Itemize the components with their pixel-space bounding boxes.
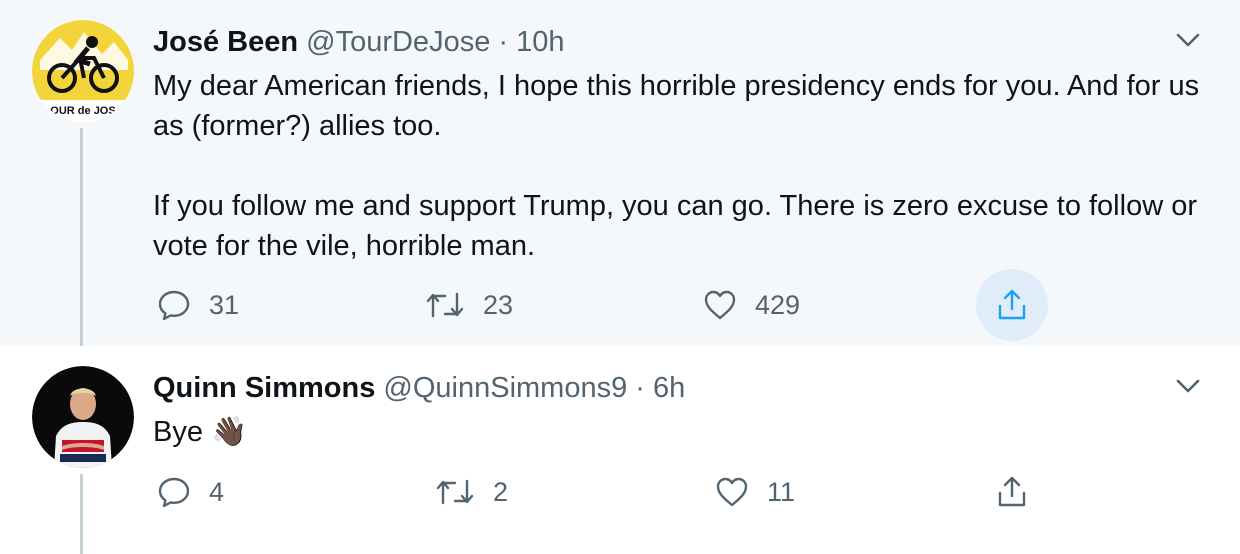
tweet-paragraph: My dear American friends, I hope this ho… xyxy=(153,70,1200,142)
display-name[interactable]: Quinn Simmons xyxy=(153,372,375,404)
chevron-down-icon[interactable] xyxy=(1170,368,1206,404)
reply-icon xyxy=(158,477,190,508)
like-count: 429 xyxy=(755,289,801,320)
retweet-button[interactable]: 2 xyxy=(435,475,508,509)
tweet-header: José Been @TourDeJose · 10h xyxy=(153,24,565,60)
tweet-actions: 31 23 429 xyxy=(0,269,1240,341)
tweet-text: Bye 👋🏿 xyxy=(153,412,1213,452)
separator: · xyxy=(635,372,645,404)
tweet-text: My dear American friends, I hope this ho… xyxy=(153,66,1213,266)
like-button[interactable]: 429 xyxy=(703,288,800,322)
heart-icon xyxy=(716,477,748,507)
tour-de-jose-logo: OUR de JOS xyxy=(32,20,134,122)
retweet-icon xyxy=(426,292,464,318)
retweet-button[interactable]: 23 xyxy=(425,288,513,322)
retweet-icon xyxy=(436,479,474,505)
tweet-quinn-simmons[interactable]: Quinn Simmons @QuinnSimmons9 · 6h Bye 👋🏿 xyxy=(0,346,1240,554)
share-icon xyxy=(998,476,1026,507)
avatar[interactable] xyxy=(32,366,134,468)
retweet-count: 2 xyxy=(493,476,509,507)
tweet-body: Bye xyxy=(153,416,203,448)
retweet-count: 23 xyxy=(483,289,514,320)
waving-hand-emoji: 👋🏿 xyxy=(211,416,248,448)
user-handle[interactable]: @QuinnSimmons9 xyxy=(383,372,627,404)
like-count: 11 xyxy=(767,476,796,507)
reply-icon xyxy=(158,290,190,321)
tweet-actions: 4 2 11 xyxy=(0,462,1240,522)
reply-button[interactable]: 31 xyxy=(157,288,239,322)
share-button[interactable] xyxy=(995,475,1029,509)
separator: · xyxy=(498,26,509,58)
reply-count: 4 xyxy=(209,476,225,507)
share-button[interactable] xyxy=(976,269,1048,341)
tweet-header: Quinn Simmons @QuinnSimmons9 · 6h xyxy=(153,370,685,406)
tweet-jose-been[interactable]: OUR de JOS José Been @TourDeJose · 10h M… xyxy=(0,0,1240,346)
heart-icon xyxy=(704,290,736,320)
profile-photo xyxy=(32,366,134,468)
chevron-down-icon[interactable] xyxy=(1170,22,1206,58)
share-icon xyxy=(998,289,1026,320)
like-button[interactable]: 11 xyxy=(715,475,795,509)
timestamp[interactable]: 6h xyxy=(653,372,685,404)
display-name[interactable]: José Been xyxy=(153,26,298,58)
svg-text:OUR de JOS: OUR de JOS xyxy=(50,105,115,117)
reply-button[interactable]: 4 xyxy=(157,475,224,509)
reply-count: 31 xyxy=(209,289,240,320)
user-handle[interactable]: @TourDeJose xyxy=(306,26,490,58)
tweet-paragraph: If you follow me and support Trump, you … xyxy=(153,190,1197,262)
avatar[interactable]: OUR de JOS xyxy=(32,20,134,122)
timestamp[interactable]: 10h xyxy=(516,26,564,58)
